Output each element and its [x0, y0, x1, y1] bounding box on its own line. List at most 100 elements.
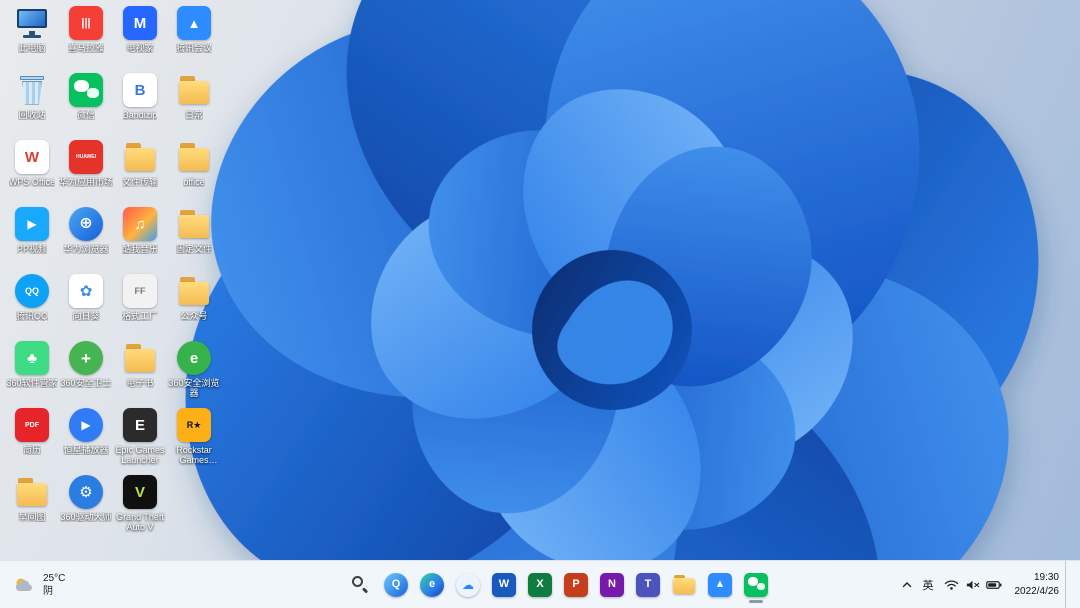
powerpoint-icon: P [564, 572, 588, 597]
glyph: ♫ [134, 215, 146, 233]
folder-pinned-files-icon [177, 207, 211, 241]
ime-language-indicator[interactable]: 英 [918, 567, 939, 603]
icon-label: 格式工厂 [121, 311, 158, 321]
icon-label: 360软件管家 [6, 378, 58, 388]
desktop-icon-epic-games-launcher[interactable]: E Epic Games Launcher [113, 408, 167, 475]
desktop-icon-gta-v[interactable]: V Grand Theft Auto V [113, 475, 167, 542]
glyph: T [644, 578, 652, 590]
desktop-icon-360-software-manager[interactable]: ♣ 360软件管家 [5, 341, 59, 408]
taskbar-excel-button[interactable]: X [524, 565, 556, 605]
desktop-icon-folder-file-transfer[interactable]: 文件传输 [113, 140, 167, 207]
edge-icon: e [420, 572, 444, 597]
taskbar-baidu-netdisk-button[interactable]: ☁ [452, 565, 484, 605]
desktop-icon-recycle-bin[interactable]: 回收站 [5, 73, 59, 140]
chevron-up-icon [902, 581, 911, 587]
qq-browser-icon: Q [384, 572, 408, 597]
icon-label: 360安全卫士 [60, 378, 112, 388]
excel-icon: X [528, 572, 552, 597]
wps-office-icon: W [15, 140, 49, 174]
desktop-icon-wps-office[interactable]: W WPS Office [5, 140, 59, 207]
wechat-icon [69, 73, 103, 107]
running-indicator [749, 599, 763, 603]
desktop-icon-resume-pdf[interactable]: PDF 简历 [5, 408, 59, 475]
glyph: ♣ [27, 349, 37, 367]
huawei-appgallery-icon: HUAWEI [69, 140, 103, 174]
taskbar-powerpoint-button[interactable]: P [560, 565, 592, 605]
icon-label: 电视家 [126, 43, 154, 53]
icon-label: Grand Theft Auto V [116, 512, 164, 533]
format-factory-icon: FF [123, 274, 157, 308]
epic-games-launcher-icon: E [123, 408, 157, 442]
kuwo-music-icon: ♫ [123, 207, 157, 241]
taskbar-onenote-button[interactable]: N [596, 565, 628, 605]
desktop-icon-folder-pinned-files[interactable]: 固定文件 [167, 207, 221, 274]
taskbar-qq-browser-button[interactable]: Q [380, 565, 412, 605]
tencent-meeting-icon: ▲ [177, 6, 211, 40]
taskbar-search-button[interactable] [344, 565, 376, 605]
taskbar-edge-button[interactable]: e [416, 565, 448, 605]
icon-label: 日常 [184, 110, 203, 120]
desktop-icon-huawei-browser[interactable]: ⊕ 华为浏览器 [59, 207, 113, 274]
desktop-icon-360-secure-browser[interactable]: e 360安全浏览器 [167, 341, 221, 408]
desktop-icon-tencent-qq[interactable]: QQ 腾讯QQ [5, 274, 59, 341]
show-desktop-button[interactable] [1065, 561, 1070, 608]
desktop-icon-folder-ebook[interactable]: 电子书 [113, 341, 167, 408]
taskbar-file-explorer-button[interactable] [668, 565, 700, 605]
taskbar-word-button[interactable]: W [488, 565, 520, 605]
weather-cloudy-icon [15, 578, 32, 591]
icon-label: 酷我音乐 [121, 244, 158, 254]
desktop-icon-pp-video[interactable]: ▶ PP视频 [5, 207, 59, 274]
tray-overflow-button[interactable] [896, 567, 918, 603]
desktop-icon-folder-daily[interactable]: 日常 [167, 73, 221, 140]
taskbar-teams-button[interactable]: T [632, 565, 664, 605]
folder-office-icon [177, 140, 211, 174]
desktop-icon-grid: 此电脑 ||| 喜马拉雅 M 电视家 ▲ 腾讯会议回收站 微信 B Bandizip 日常 W WPS … [5, 6, 221, 542]
weather-condition: 阴 [43, 585, 53, 597]
stellar-player-icon: ▶ [69, 408, 103, 442]
icon-label: 回收站 [18, 110, 46, 120]
desktop-icon-rockstar-games-launcher[interactable]: R★ Rockstar Games Launcher [167, 408, 221, 475]
desktop-icon-wechat[interactable]: 微信 [59, 73, 113, 140]
desktop-icon-bandizip[interactable]: B Bandizip [113, 73, 167, 140]
icon-label: PP视频 [16, 244, 47, 254]
battery-icon [985, 580, 1001, 589]
desktop-icon-stellar-player[interactable]: ▶ 恒星播放器 [59, 408, 113, 475]
taskbar-wechat-button[interactable] [740, 565, 772, 605]
glyph: e [189, 349, 199, 367]
onenote-icon: N [600, 572, 624, 597]
search-icon [348, 573, 372, 597]
desktop-icon-sunlogin[interactable]: ✿ 向日葵 [59, 274, 113, 341]
glyph: N [608, 578, 616, 590]
glyph: ▲ [714, 578, 726, 590]
desktop-icon-folder-morning-pics[interactable]: 早间图 [5, 475, 59, 542]
glyph: PDF [25, 421, 39, 429]
pp-video-icon: ▶ [15, 207, 49, 241]
taskbar-start-button[interactable] [308, 565, 340, 605]
gta-v-icon: V [123, 475, 157, 509]
glyph: X [536, 578, 544, 590]
taskbar-tencent-meeting-button[interactable]: ▲ [704, 565, 736, 605]
icon-label: WPS Office [8, 177, 56, 187]
desktop-icon-360-driver-master[interactable]: ⚙ 360驱动大师 [59, 475, 113, 542]
desktop-icon-360-safeguard[interactable]: +360安全卫士 [59, 341, 113, 408]
desktop-icon-kuwo-music[interactable]: ♫ 酷我音乐 [113, 207, 167, 274]
desktop-icon-ximalaya[interactable]: ||| 喜马拉雅 [59, 6, 113, 73]
quick-settings-cluster[interactable] [939, 567, 1007, 603]
icon-label: Bandizip [122, 110, 158, 120]
icon-label: 喜马拉雅 [67, 43, 104, 53]
desktop-icon-tencent-meeting[interactable]: ▲ 腾讯会议 [167, 6, 221, 73]
desktop-icon-tvhome[interactable]: M 电视家 [113, 6, 167, 73]
system-tray: 英 19:30 2022/4/26 [896, 561, 1080, 608]
clock-time: 19:30 [1033, 572, 1059, 583]
icon-label: Epic Games Launcher [115, 445, 165, 466]
desktop-icon-this-pc[interactable]: 此电脑 [5, 6, 59, 73]
glyph: e [428, 578, 436, 590]
desktop-icon-folder-office[interactable]: office [167, 140, 221, 207]
glyph: ||| [81, 16, 91, 29]
clock[interactable]: 19:30 2022/4/26 [1007, 571, 1066, 598]
icon-label: 华为浏览器 [63, 244, 109, 254]
desktop-icon-format-factory[interactable]: FF 格式工厂 [113, 274, 167, 341]
desktop-icon-huawei-appgallery[interactable]: HUAWEI 华为应用市场 [59, 140, 113, 207]
weather-widget[interactable]: 25°C 阴 [0, 561, 77, 608]
desktop-icon-folder-official-account[interactable]: 公众号 [167, 274, 221, 341]
